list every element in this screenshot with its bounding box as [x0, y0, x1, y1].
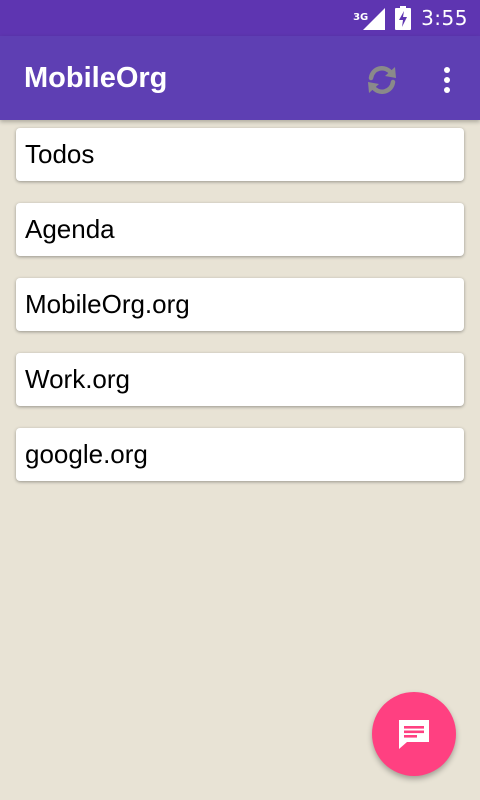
capture-fab-button[interactable] — [372, 692, 456, 776]
status-icons: 3G 3:55 — [353, 0, 468, 36]
file-item-label: Todos — [25, 139, 95, 169]
sync-button[interactable] — [362, 60, 402, 100]
signal-indicator: 3G — [353, 6, 386, 30]
status-bar: 3G 3:55 — [0, 0, 480, 36]
file-list: Todos Agenda MobileOrg.org Work.org goog… — [16, 128, 464, 503]
app-bar: MobileOrg — [0, 36, 480, 120]
overflow-menu-button[interactable] — [430, 60, 464, 100]
file-item-label: MobileOrg.org — [25, 289, 190, 319]
file-item-label: Agenda — [25, 214, 115, 244]
file-item-label: Work.org — [25, 364, 130, 394]
file-item-label: google.org — [25, 439, 148, 469]
file-item-agenda[interactable]: Agenda — [16, 203, 464, 256]
network-type-label: 3G — [353, 12, 369, 23]
sync-icon — [368, 65, 396, 95]
file-item-google[interactable]: google.org — [16, 428, 464, 481]
file-item-work[interactable]: Work.org — [16, 353, 464, 406]
status-clock: 3:55 — [421, 6, 468, 30]
file-item-todos[interactable]: Todos — [16, 128, 464, 181]
message-icon — [399, 720, 429, 749]
more-vert-icon — [444, 67, 450, 93]
app-title: MobileOrg — [24, 62, 168, 94]
battery-charging-icon — [395, 6, 412, 30]
file-item-mobileorg[interactable]: MobileOrg.org — [16, 278, 464, 331]
